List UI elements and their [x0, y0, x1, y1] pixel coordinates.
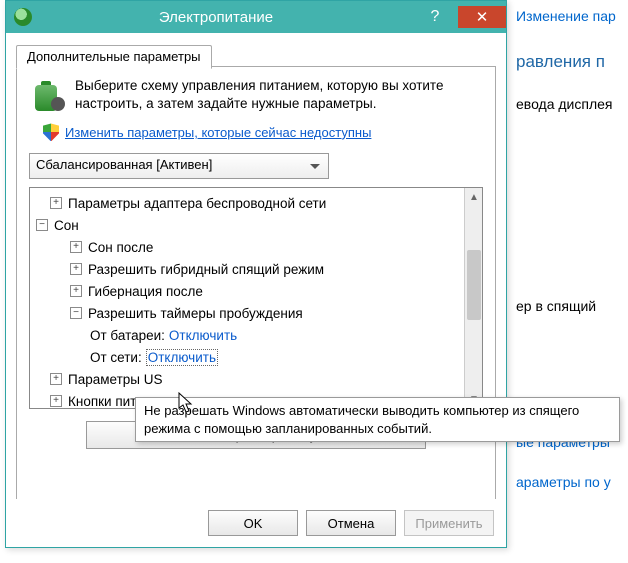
power-options-dialog: Электропитание ? ✕ Дополнительные параме…: [5, 0, 507, 548]
tab-strip: Дополнительные параметры: [16, 41, 496, 67]
bg-text-sleep: ер в спящий: [516, 298, 622, 314]
tooltip: Не разрешать Windows автоматически вывод…: [135, 397, 620, 442]
tree-scrollbar[interactable]: ▲ ▼: [464, 188, 482, 408]
power-plan-selected: Сбалансированная [Активен]: [36, 157, 212, 172]
scroll-up-icon[interactable]: ▲: [465, 188, 483, 206]
admin-link-row: Изменить параметры, которые сейчас недос…: [43, 123, 483, 141]
ok-button[interactable]: OK: [208, 510, 298, 536]
expand-icon[interactable]: +: [50, 373, 62, 385]
apply-button: Применить: [404, 510, 494, 536]
background-control-panel: Изменение пар равления п евода дисплея е…: [510, 0, 628, 563]
tree-item-hibernate-after[interactable]: + Гибернация после: [36, 280, 480, 302]
tree-item-hybrid-sleep[interactable]: + Разрешить гибридный спящий режим: [36, 258, 480, 280]
bg-link-change[interactable]: Изменение пар: [516, 8, 622, 24]
tree-item-sleep[interactable]: − Сон: [36, 214, 480, 236]
dialog-button-row: OK Отмена Применить: [6, 499, 506, 547]
collapse-icon[interactable]: −: [36, 219, 48, 231]
tree-item-wake-timers[interactable]: − Разрешить таймеры пробуждения: [36, 302, 480, 324]
power-app-icon: [14, 8, 32, 26]
bg-heading: равления п: [516, 52, 622, 72]
expand-icon[interactable]: +: [70, 263, 82, 275]
shield-icon: [43, 123, 59, 141]
value-battery[interactable]: Отключить: [169, 328, 237, 343]
value-ac[interactable]: Отключить: [146, 349, 218, 366]
bg-link-defaults[interactable]: араметры по у: [516, 474, 622, 490]
dialog-title: Электропитание: [40, 9, 412, 26]
settings-tree: + Параметры адаптера беспроводной сети −…: [29, 187, 483, 409]
intro-row: Выберите схему управления питанием, кото…: [29, 77, 483, 113]
bg-text-display: евода дисплея: [516, 96, 622, 112]
expand-icon[interactable]: +: [70, 241, 82, 253]
tree-item-usb[interactable]: + Параметры US: [36, 368, 480, 390]
expand-icon[interactable]: +: [50, 395, 62, 407]
tree-item-wake-timers-ac[interactable]: От сети: Отключить: [36, 346, 480, 368]
tree-item-wireless-adapter[interactable]: + Параметры адаптера беспроводной сети: [36, 192, 480, 214]
expand-icon[interactable]: +: [50, 197, 62, 209]
power-plan-select[interactable]: Сбалансированная [Активен]: [29, 153, 329, 179]
titlebar[interactable]: Электропитание ? ✕: [6, 1, 506, 33]
expand-icon[interactable]: +: [70, 285, 82, 297]
collapse-icon[interactable]: −: [70, 307, 82, 319]
tree-item-wake-timers-battery[interactable]: От батареи: Отключить: [36, 324, 480, 346]
scroll-thumb[interactable]: [467, 250, 481, 320]
battery-icon: [29, 77, 65, 113]
intro-text: Выберите схему управления питанием, кото…: [75, 77, 483, 113]
help-button[interactable]: ?: [412, 5, 458, 29]
tree-item-sleep-after[interactable]: + Сон после: [36, 236, 480, 258]
admin-settings-link[interactable]: Изменить параметры, которые сейчас недос…: [65, 125, 371, 140]
close-button[interactable]: ✕: [458, 6, 506, 28]
cancel-button[interactable]: Отмена: [306, 510, 396, 536]
tab-advanced-settings[interactable]: Дополнительные параметры: [16, 45, 212, 69]
